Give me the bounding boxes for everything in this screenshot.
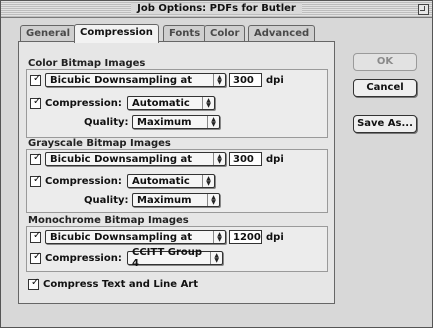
grayscale-sampling-checkbox[interactable]: ✓ [30, 151, 42, 165]
grayscale-dpi-field[interactable]: 300 [229, 152, 262, 166]
color-quality-value: Maximum [137, 116, 192, 128]
compress-text-label: Compress Text and Line Art [43, 279, 199, 290]
check-icon: ✓ [33, 72, 42, 84]
grayscale-sampling-value: Bicubic Downsampling at [50, 153, 193, 165]
color-quality-popup[interactable]: Maximum ▲ ▼ [132, 115, 220, 129]
check-icon: ✓ [33, 173, 42, 185]
title-bar[interactable]: Job Options: PDFs for Butler [1, 1, 432, 18]
popup-arrows-icon: ▲ ▼ [202, 175, 214, 187]
grayscale-compression-value: Automatic [132, 175, 190, 187]
mono-group-title: Monochrome Bitmap Images [28, 215, 189, 226]
save-as-button[interactable]: Save As... [353, 115, 417, 133]
color-compression-checkbox[interactable]: ✓ [30, 95, 42, 109]
color-dpi-field[interactable]: 300 [229, 73, 262, 87]
popup-arrows-icon: ▲ ▼ [213, 74, 225, 86]
tab-advanced[interactable]: Advanced [248, 25, 316, 42]
mono-compression-popup[interactable]: CCITT Group 4 ▲ ▼ [127, 247, 223, 269]
ok-button[interactable]: OK [353, 53, 417, 71]
popup-arrows-icon: ▲ ▼ [202, 97, 214, 109]
mono-sampling-value: Bicubic Downsampling at [50, 231, 193, 243]
grayscale-sampling-popup[interactable]: Bicubic Downsampling at ▲ ▼ [45, 152, 226, 166]
mono-compression-value: CCITT Group 4 [132, 247, 203, 269]
color-compression-label: Compression: [45, 97, 122, 109]
tab-general[interactable]: General [20, 25, 76, 42]
zoom-box-icon[interactable] [418, 4, 429, 15]
check-icon: ✓ [33, 151, 42, 163]
color-sampling-checkbox[interactable]: ✓ [30, 72, 42, 86]
check-icon: ✓ [33, 95, 42, 107]
tab-color[interactable]: Color [204, 25, 246, 42]
grayscale-group-title: Grayscale Bitmap Images [28, 138, 171, 149]
mono-dpi-field[interactable]: 1200 [229, 230, 262, 244]
mono-compression-checkbox[interactable]: ✓ [30, 250, 42, 264]
grayscale-quality-value: Maximum [137, 194, 192, 206]
compress-text-checkbox[interactable]: ✓ [28, 277, 40, 290]
grayscale-quality-label: Quality: [84, 194, 129, 206]
grayscale-compression-checkbox[interactable]: ✓ [30, 173, 42, 187]
popup-arrows-icon: ▲ ▼ [207, 116, 219, 128]
popup-arrows-icon: ▲ ▼ [213, 153, 225, 165]
grayscale-quality-popup[interactable]: Maximum ▲ ▼ [132, 193, 220, 207]
check-icon: ✓ [33, 229, 42, 241]
color-group-title: Color Bitmap Images [28, 58, 146, 69]
check-icon: ✓ [33, 250, 42, 262]
mono-dpi-unit: dpi [266, 231, 284, 243]
cancel-button[interactable]: Cancel [353, 79, 417, 97]
color-compression-popup[interactable]: Automatic ▲ ▼ [127, 96, 215, 110]
grayscale-dpi-unit: dpi [266, 153, 284, 165]
mono-compression-label: Compression: [45, 252, 122, 264]
mono-sampling-checkbox[interactable]: ✓ [30, 229, 42, 243]
color-sampling-value: Bicubic Downsampling at [50, 74, 193, 86]
color-quality-label: Quality: [84, 116, 129, 128]
tab-compression[interactable]: Compression [74, 24, 159, 43]
tab-fonts[interactable]: Fonts [163, 25, 207, 42]
color-compression-value: Automatic [132, 97, 190, 109]
mono-sampling-popup[interactable]: Bicubic Downsampling at ▲ ▼ [45, 230, 226, 244]
popup-arrows-icon: ▲ ▼ [207, 194, 219, 206]
color-dpi-unit: dpi [266, 74, 284, 86]
job-options-dialog: Job Options: PDFs for Butler General Com… [0, 0, 433, 328]
grayscale-compression-label: Compression: [45, 175, 122, 187]
color-sampling-popup[interactable]: Bicubic Downsampling at ▲ ▼ [45, 73, 226, 87]
check-icon: ✓ [31, 277, 40, 288]
window-title: Job Options: PDFs for Butler [1, 2, 432, 15]
grayscale-compression-popup[interactable]: Automatic ▲ ▼ [127, 174, 215, 188]
popup-arrows-icon: ▲ ▼ [210, 252, 222, 264]
popup-arrows-icon: ▲ ▼ [213, 231, 225, 243]
